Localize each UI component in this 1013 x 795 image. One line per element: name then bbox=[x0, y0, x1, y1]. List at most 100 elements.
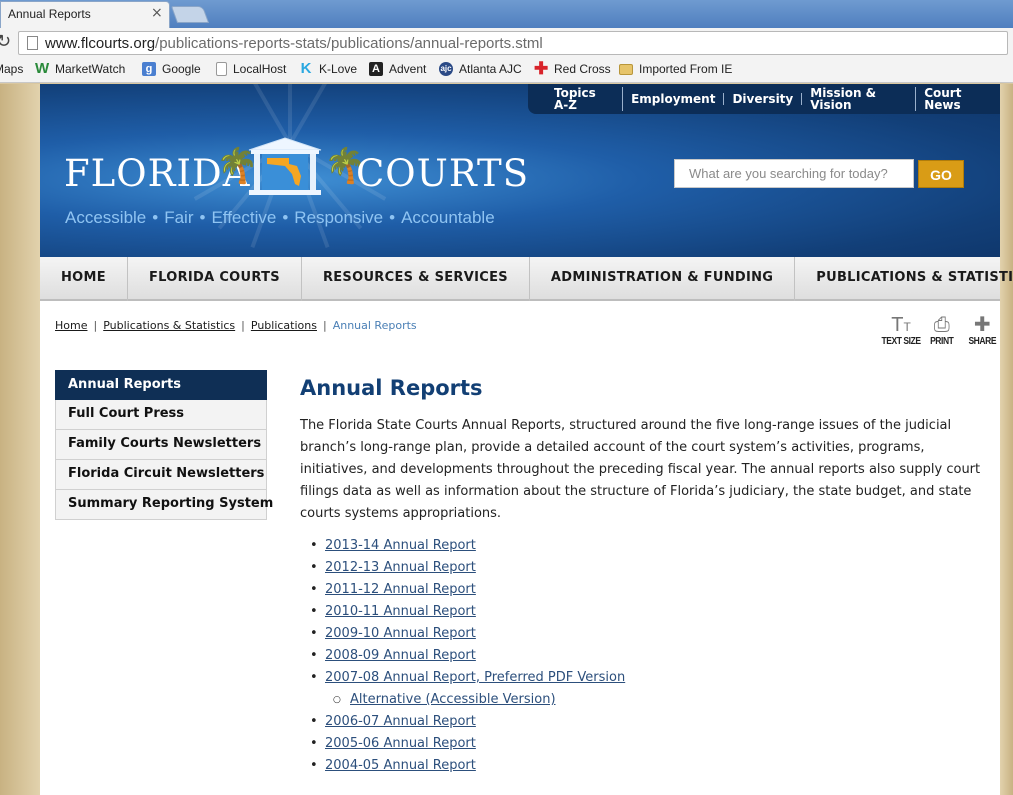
page-title: Annual Reports bbox=[300, 376, 483, 400]
red-cross-icon: ✚ bbox=[534, 59, 549, 78]
tagline-word: Accountable bbox=[401, 208, 495, 227]
report-link[interactable]: 2006-07 Annual Report bbox=[325, 714, 476, 729]
advent-icon: A bbox=[369, 62, 383, 76]
share-plus-icon: ✚ bbox=[973, 314, 991, 336]
bookmark-label: LocalHost bbox=[233, 62, 287, 76]
bookmark-localhost[interactable]: LocalHost bbox=[216, 62, 286, 76]
share-tool[interactable]: ✚ SHARE bbox=[966, 314, 999, 347]
topnav-topics[interactable]: Topics A-Z bbox=[546, 87, 624, 111]
report-link[interactable]: 2007-08 Annual Report, Preferred PDF Ver… bbox=[325, 670, 625, 685]
report-link[interactable]: 2004-05 Annual Report bbox=[325, 758, 476, 773]
breadcrumb-separator: | bbox=[241, 319, 245, 332]
list-item: 2009-10 Annual Report bbox=[310, 623, 625, 645]
bullet-icon: • bbox=[389, 208, 396, 227]
bookmark-red-cross[interactable]: ✚ Red Cross bbox=[534, 59, 611, 78]
report-link[interactable]: 2008-09 Annual Report bbox=[325, 648, 476, 663]
breadcrumb-publications[interactable]: Publications bbox=[251, 319, 317, 332]
tab-close-icon[interactable]: × bbox=[151, 5, 163, 21]
sidenav-family-courts[interactable]: Family Courts Newsletters bbox=[55, 430, 267, 460]
main-nav: HOME FLORIDA COURTS RESOURCES & SERVICES… bbox=[40, 257, 1013, 301]
report-link[interactable]: 2012-13 Annual Report bbox=[325, 560, 476, 575]
bookmark-label: MarketWatch bbox=[55, 62, 126, 76]
list-item: 2007-08 Annual Report, Preferred PDF Ver… bbox=[310, 667, 625, 689]
breadcrumb-separator: | bbox=[322, 319, 327, 332]
courthouse-logo-icon[interactable] bbox=[245, 136, 325, 196]
bookmark-maps[interactable]: Maps bbox=[0, 62, 23, 76]
site-container: Topics A-Z Employment Diversity Mission … bbox=[40, 84, 1013, 795]
report-link-accessible[interactable]: Alternative (Accessible Version) bbox=[350, 692, 556, 707]
tagline: Accessible • Fair • Effective • Responsive • Acc… bbox=[65, 208, 495, 228]
share-label: SHARE bbox=[968, 336, 997, 347]
mainnav-florida-courts[interactable]: FLORIDA COURTS bbox=[128, 257, 302, 301]
tagline-word: Responsive bbox=[294, 208, 384, 227]
mainnav-administration[interactable]: ADMINISTRATION & FUNDING bbox=[530, 257, 796, 301]
klove-icon: K bbox=[300, 60, 312, 77]
topnav-mission[interactable]: Mission & Vision bbox=[802, 87, 917, 111]
bookmark-klove[interactable]: K K-Love bbox=[299, 60, 358, 77]
ajc-icon: ajc bbox=[439, 62, 453, 76]
bookmark-folder-ie[interactable]: Imported From IE bbox=[619, 62, 732, 76]
breadcrumb-current: Annual Reports bbox=[332, 319, 417, 332]
bookmark-advent[interactable]: A Advent bbox=[369, 62, 426, 76]
site-search-input[interactable]: What are you searching for today? bbox=[674, 159, 914, 188]
tagline-word: Fair bbox=[164, 208, 194, 227]
page-background-right bbox=[1000, 84, 1013, 795]
logo-text-courts[interactable]: COURTS bbox=[356, 152, 529, 195]
bookmark-label: Atlanta AJC bbox=[459, 62, 522, 76]
bookmark-marketwatch[interactable]: W MarketWatch bbox=[35, 60, 126, 77]
print-label: PRINT bbox=[930, 336, 954, 347]
breadcrumb: Home | Publications & Statistics | Publicati… bbox=[55, 319, 417, 332]
side-nav: Annual Reports Full Court Press Family C… bbox=[55, 370, 273, 520]
sidenav-circuit-newsletters[interactable]: Florida Circuit Newsletters bbox=[55, 460, 267, 490]
print-tool[interactable]: ⎙ PRINT bbox=[928, 314, 956, 347]
bullet-icon: • bbox=[282, 208, 289, 227]
search-go-button[interactable]: GO bbox=[918, 160, 964, 188]
page-background-left bbox=[0, 84, 40, 795]
bookmark-ajc[interactable]: ajc Atlanta AJC bbox=[439, 62, 522, 76]
new-tab-button[interactable] bbox=[170, 6, 210, 23]
breadcrumb-pub-stats[interactable]: Publications & Statistics bbox=[103, 319, 235, 332]
marketwatch-icon: W bbox=[35, 60, 50, 77]
bookmarks-bar: Maps W MarketWatch g Google LocalHost K K-L… bbox=[0, 58, 1013, 83]
sidenav-summary-reporting[interactable]: Summary Reporting System bbox=[55, 490, 273, 520]
utility-nav: Topics A-Z Employment Diversity Mission … bbox=[528, 84, 1000, 114]
text-size-icon: TT bbox=[891, 314, 911, 336]
intro-paragraph: The Florida State Courts Annual Reports,… bbox=[300, 418, 981, 521]
bookmark-label: Maps bbox=[0, 62, 24, 76]
browser-toolbar: ↻ www.flcourts.org/publications-reports-… bbox=[0, 28, 1013, 58]
address-bar[interactable]: www.flcourts.org/publications-reports-st… bbox=[18, 31, 1008, 55]
report-link[interactable]: 2013-14 Annual Report bbox=[325, 538, 476, 553]
list-item: 2013-14 Annual Report bbox=[310, 535, 625, 557]
mainnav-publications[interactable]: PUBLICATIONS & STATISTICS bbox=[795, 257, 1013, 301]
report-link[interactable]: 2005-06 Annual Report bbox=[325, 736, 476, 751]
mainnav-resources[interactable]: RESOURCES & SERVICES bbox=[302, 257, 530, 301]
mainnav-home[interactable]: HOME bbox=[40, 257, 128, 301]
print-icon: ⎙ bbox=[933, 314, 950, 336]
breadcrumb-home[interactable]: Home bbox=[55, 319, 87, 332]
bullet-icon: • bbox=[152, 208, 159, 227]
topnav-court-news[interactable]: Court News bbox=[916, 87, 1000, 111]
list-item: 2006-07 Annual Report bbox=[310, 711, 625, 733]
page-icon bbox=[27, 36, 38, 50]
bullet-icon: • bbox=[199, 208, 206, 227]
list-item: 2008-09 Annual Report bbox=[310, 645, 625, 667]
report-link[interactable]: 2009-10 Annual Report bbox=[325, 626, 476, 641]
url-path: /publications-reports-stats/publications… bbox=[155, 35, 543, 52]
breadcrumb-separator: | bbox=[93, 319, 98, 332]
browser-tab[interactable]: Annual Reports × bbox=[0, 1, 170, 28]
reload-icon[interactable]: ↻ bbox=[0, 31, 11, 52]
bookmark-label: K-Love bbox=[319, 62, 358, 76]
sidenav-annual-reports[interactable]: Annual Reports bbox=[55, 370, 267, 400]
topnav-diversity[interactable]: Diversity bbox=[724, 93, 803, 105]
url-text[interactable]: www.flcourts.org/publications-reports-st… bbox=[45, 35, 543, 52]
report-link[interactable]: 2010-11 Annual Report bbox=[325, 604, 476, 619]
list-item: 2010-11 Annual Report bbox=[310, 601, 625, 623]
text-size-tool[interactable]: TT TEXT SIZE bbox=[878, 314, 924, 347]
bookmark-google[interactable]: g Google bbox=[142, 62, 201, 76]
report-link[interactable]: 2011-12 Annual Report bbox=[325, 582, 476, 597]
site-banner: Topics A-Z Employment Diversity Mission … bbox=[40, 84, 1000, 257]
url-host: www.flcourts.org bbox=[45, 35, 156, 52]
list-item: 2004-05 Annual Report bbox=[310, 755, 625, 777]
sidenav-full-court-press[interactable]: Full Court Press bbox=[55, 400, 267, 430]
topnav-employment[interactable]: Employment bbox=[623, 93, 725, 105]
